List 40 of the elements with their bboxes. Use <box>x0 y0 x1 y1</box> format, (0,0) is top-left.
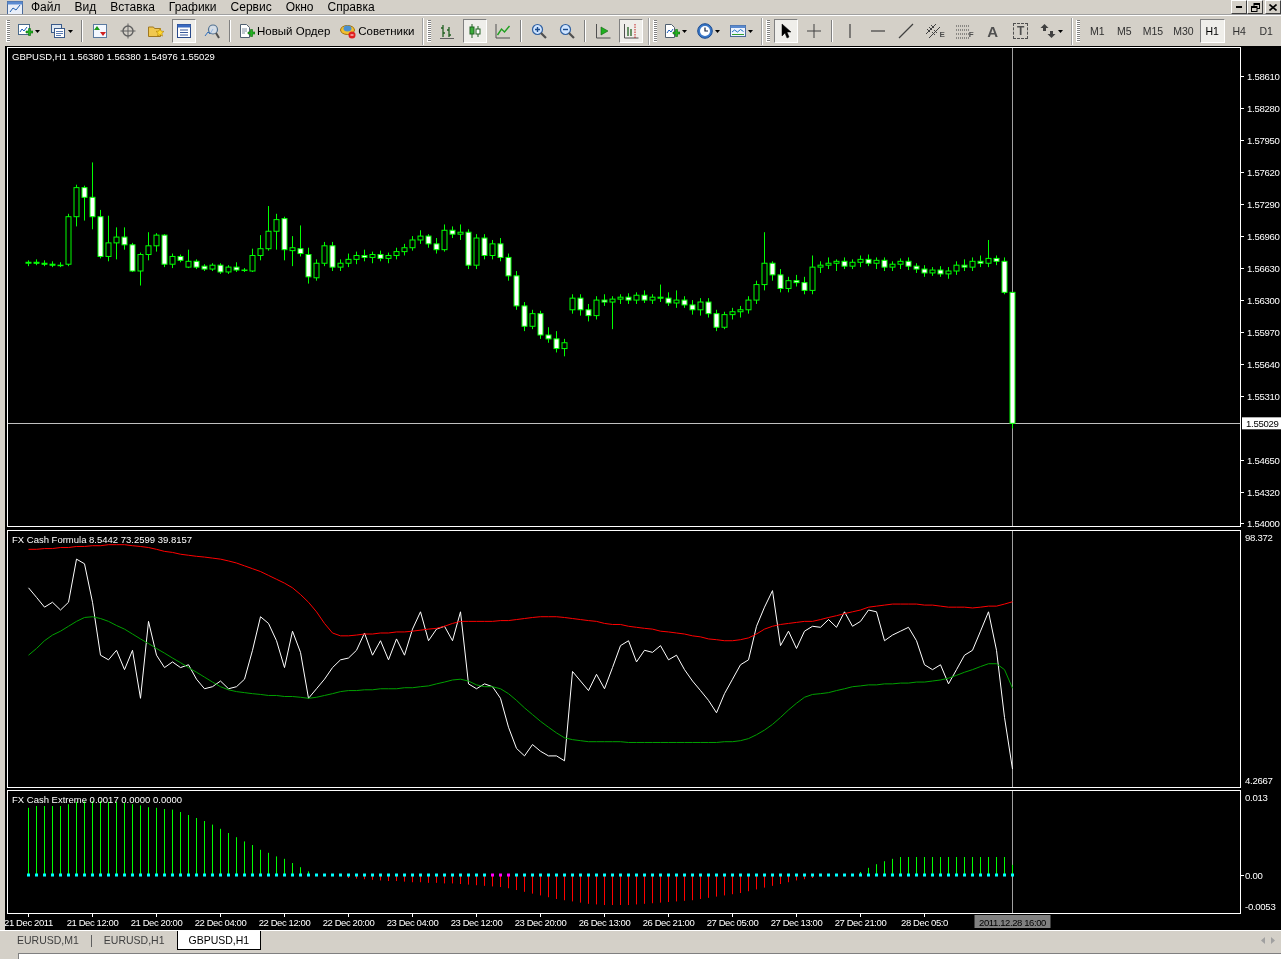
time-label: 21 Dec 20:00 <box>130 917 183 928</box>
price-label: 1.57290 <box>1247 198 1280 210</box>
ref-line-label: 1.55029 <box>1246 417 1279 429</box>
time-label: 23 Dec 04:00 <box>386 917 439 928</box>
price-label: 1.55970 <box>1247 326 1280 338</box>
time-label: 26 Dec 13:00 <box>578 917 631 928</box>
price-label: 1.54650 <box>1247 454 1280 466</box>
price-label: 1.56300 <box>1247 294 1280 306</box>
time-label: 28 Dec 05:0 <box>901 917 948 928</box>
price-label: 1.57620 <box>1247 166 1280 178</box>
time-label: 22 Dec 04:00 <box>194 917 247 928</box>
price-label: 1.55640 <box>1247 358 1280 370</box>
scale-label: 0.013 <box>1245 791 1268 803</box>
scale-label: 0.00 <box>1245 869 1263 881</box>
time-label: 22 Dec 20:00 <box>322 917 375 928</box>
time-label: 27 Dec 13:00 <box>770 917 823 928</box>
price-label: 1.58280 <box>1247 102 1280 114</box>
time-label: 23 Dec 20:00 <box>514 917 567 928</box>
price-label: 1.57950 <box>1247 134 1280 146</box>
scale-label: 98.372 <box>1245 531 1273 543</box>
time-label: 27 Dec 05:00 <box>706 917 759 928</box>
crosshair-time-label: 2011.12.28 16:00 <box>974 915 1051 928</box>
scale-label: 4.2667 <box>1245 774 1273 786</box>
price-label: 1.54000 <box>1247 517 1280 527</box>
indicator-title: FX Cash Extreme 0.0017 0.0000 0.0000 <box>12 794 183 805</box>
bid-price-label: 1.55029 <box>1242 417 1281 430</box>
time-label: 26 Dec 21:00 <box>642 917 695 928</box>
time-label: 22 Dec 12:00 <box>258 917 311 928</box>
time-label: 23 Dec 12:00 <box>450 917 503 928</box>
indicator-title: FX Cash Formula 8.5442 73.2599 39.8157 <box>12 534 193 545</box>
time-label: 21 Dec 2011 <box>5 917 53 928</box>
time-label: 21 Dec 12:00 <box>66 917 119 928</box>
chart-title: GBPUSD,H1 1.56380 1.56380 1.54976 1.55029 <box>12 51 215 62</box>
price-label: 1.58610 <box>1247 70 1280 82</box>
price-label: 1.56960 <box>1247 230 1280 242</box>
time-label: 27 Dec 21:00 <box>834 917 887 928</box>
price-label: 1.56630 <box>1247 262 1280 274</box>
scale-label: -0.0053 <box>1245 901 1276 913</box>
price-label: 1.55310 <box>1247 390 1280 402</box>
price-label: 1.54320 <box>1247 486 1280 498</box>
